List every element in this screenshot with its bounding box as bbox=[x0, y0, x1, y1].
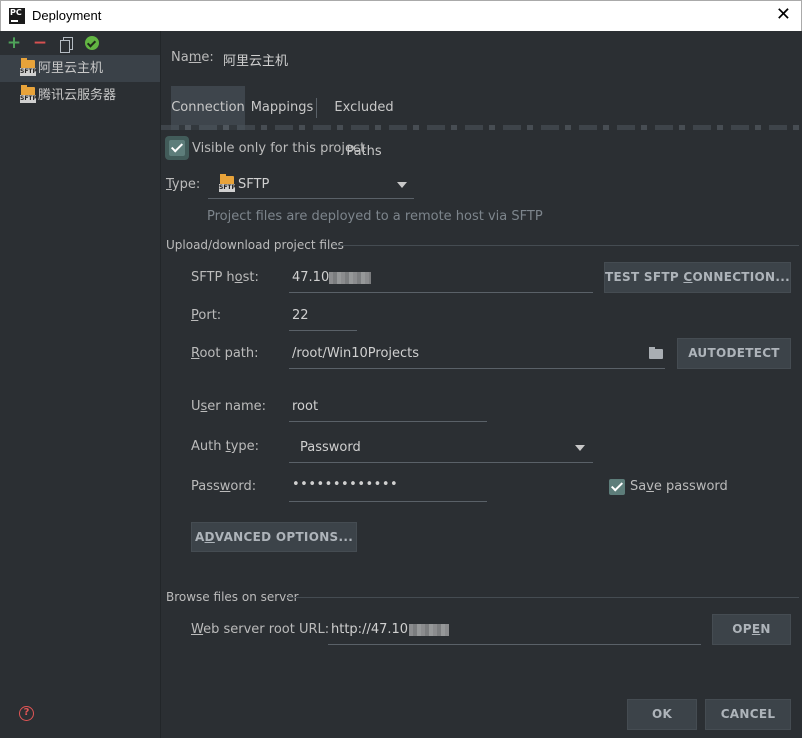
window-titlebar: PC Deployment ✕ bbox=[0, 0, 802, 31]
save-password-checkbox[interactable] bbox=[609, 479, 625, 495]
port-label: Port: bbox=[191, 308, 222, 323]
visible-only-label: Visible only for this project bbox=[192, 141, 366, 156]
user-name-label: User name: bbox=[191, 399, 267, 414]
use-as-default-icon[interactable] bbox=[84, 35, 100, 51]
tab-excluded-paths[interactable]: Excluded Paths bbox=[318, 86, 410, 159]
server-item-label: 阿里云主机 bbox=[38, 61, 104, 76]
server-list: SFTP 阿里云主机 SFTP 腾讯云服务器 bbox=[0, 55, 160, 109]
advanced-options-button[interactable]: ADVANCED OPTIONS... bbox=[191, 522, 357, 552]
user-name-value: root bbox=[292, 399, 319, 414]
chevron-down-icon[interactable] bbox=[575, 445, 585, 451]
type-hint: Project files are deployed to a remote h… bbox=[207, 209, 543, 224]
user-name-input[interactable] bbox=[289, 392, 487, 422]
open-button[interactable]: OPEN bbox=[712, 614, 791, 645]
web-root-url-value: http://47.10 bbox=[331, 622, 409, 637]
redacted-host-mosaic bbox=[329, 272, 371, 284]
help-icon[interactable]: ? bbox=[19, 706, 34, 721]
server-sidebar: + − SFTP 阿里云主机 SFTP 腾讯云服务器 ? bbox=[0, 31, 161, 738]
add-server-icon[interactable]: + bbox=[6, 35, 22, 52]
root-path-value: /root/Win10Projects bbox=[292, 346, 420, 361]
autodetect-button[interactable]: AUTODETECT bbox=[677, 338, 791, 369]
type-value: SFTP bbox=[238, 177, 270, 192]
type-label: Type: bbox=[166, 177, 201, 192]
test-sftp-connection-button[interactable]: TEST SFTP CONNECTION... bbox=[604, 262, 791, 293]
save-password-label: Save password bbox=[630, 479, 728, 494]
upload-section-divider bbox=[333, 245, 799, 246]
window-title: Deployment bbox=[32, 8, 102, 23]
root-path-label: Root path: bbox=[191, 346, 259, 361]
sftp-server-icon: SFTP bbox=[20, 85, 37, 103]
password-value: ••••••••••••• bbox=[292, 477, 399, 492]
sftp-host-value: 47.10 bbox=[292, 270, 330, 285]
copy-server-icon[interactable] bbox=[58, 35, 74, 53]
sftp-server-icon: SFTP bbox=[20, 58, 37, 76]
chevron-down-icon[interactable] bbox=[397, 182, 407, 188]
tab-underline-band bbox=[161, 125, 802, 130]
web-root-url-label: Web server root URL: bbox=[191, 622, 330, 637]
redacted-url-mosaic bbox=[409, 624, 449, 636]
folder-icon[interactable] bbox=[649, 347, 663, 359]
auth-type-label: Auth type: bbox=[191, 439, 260, 454]
port-value: 22 bbox=[292, 308, 309, 323]
password-label: Password: bbox=[191, 479, 257, 494]
visible-only-checkbox[interactable] bbox=[169, 140, 185, 156]
browse-section-title: Browse files on server bbox=[166, 590, 299, 604]
server-item-tencent[interactable]: SFTP 腾讯云服务器 bbox=[0, 82, 160, 109]
tab-connection[interactable]: Connection bbox=[171, 86, 245, 130]
upload-section-title: Upload/download project files bbox=[166, 238, 344, 252]
server-config-panel: Name: 阿里云主机 Connection Mappings Excluded… bbox=[161, 31, 802, 738]
name-field[interactable]: 阿里云主机 bbox=[223, 50, 288, 69]
auth-type-value: Password bbox=[300, 440, 361, 455]
remove-server-icon[interactable]: − bbox=[32, 35, 48, 52]
cancel-button[interactable]: CANCEL bbox=[705, 699, 791, 730]
close-icon[interactable]: ✕ bbox=[776, 6, 791, 24]
sftp-type-icon: SFTP bbox=[219, 174, 236, 192]
tab-mappings[interactable]: Mappings bbox=[249, 86, 315, 130]
pycharm-app-icon: PC bbox=[9, 8, 25, 24]
server-item-label: 腾讯云服务器 bbox=[38, 88, 117, 103]
ok-button[interactable]: OK bbox=[627, 699, 697, 730]
server-item-aliyun[interactable]: SFTP 阿里云主机 bbox=[0, 55, 160, 82]
sftp-host-label: SFTP host: bbox=[191, 270, 259, 285]
browse-section-divider bbox=[287, 597, 799, 598]
tab-separator bbox=[316, 98, 317, 118]
name-label: Name: bbox=[171, 50, 214, 65]
